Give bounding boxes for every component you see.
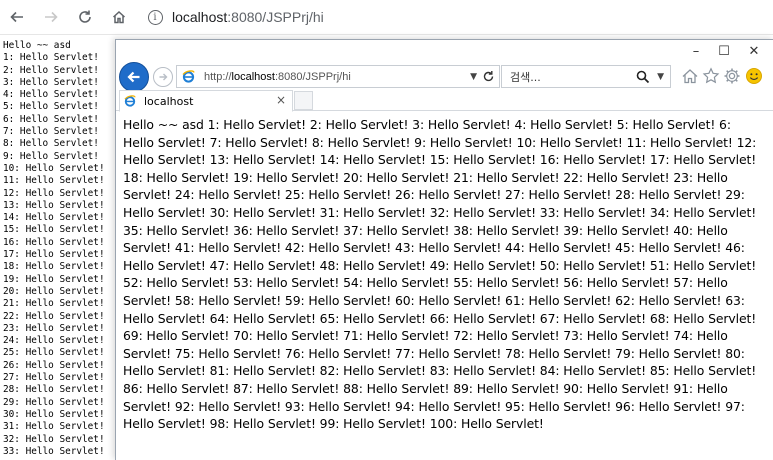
favorites-star-icon[interactable] [701,66,721,86]
ie-url-rest: :8080/JSPPrj/hi [274,70,351,83]
background-line: 3: Hello Servlet! [3,76,99,88]
background-line: Hello ~~ asd [3,40,71,51]
background-line: 18: Hello Servlet! [3,261,105,273]
background-line: 15: Hello Servlet! [3,224,105,236]
ie-logo-icon [124,95,136,107]
ie-titlebar: – ☐ ✕ [116,40,773,62]
minimize-button[interactable]: – [682,42,710,60]
background-line: 26: Hello Servlet! [3,359,105,371]
background-line: 32: Hello Servlet! [3,433,105,445]
ie-logo-icon [181,70,195,84]
background-line: 28: Hello Servlet! [3,384,105,396]
background-line: 16: Hello Servlet! [3,236,105,248]
chevron-down-icon[interactable]: ▼ [657,66,664,87]
ie-url-text: http://localhost:8080/JSPPrj/hi [204,71,351,83]
chrome-url-rest: :8080/JSPPrj/hi [227,9,324,25]
home-icon [112,10,126,24]
background-line: 23: Hello Servlet! [3,322,105,334]
background-line: 13: Hello Servlet! [3,199,105,211]
chrome-toolbar: i localhost:8080/JSPPrj/hi [0,0,773,35]
background-line: 11: Hello Servlet! [3,175,105,187]
background-line: 27: Hello Servlet! [3,372,105,384]
home-icon[interactable] [680,66,700,86]
background-page-content: Hello ~~ asd 1: Hello Servlet! 2: Hello Se… [3,40,115,459]
chrome-url-host: localhost [172,9,228,25]
background-line: 8: Hello Servlet! [3,138,99,150]
background-line: 10: Hello Servlet! [3,162,105,174]
chrome-back-button[interactable] [0,0,34,34]
chrome-reload-button[interactable] [68,0,102,34]
background-line: 17: Hello Servlet! [3,249,105,261]
background-line: 20: Hello Servlet! [3,285,105,297]
gear-icon[interactable] [722,66,742,86]
page-content: Hello ~~ asd 1: Hello Servlet! 2: Hello … [123,117,757,432]
ie-url-host: localhost [231,70,275,83]
ie-navbar: http://localhost:8080/JSPPrj/hi ▼ 검색... … [116,62,773,92]
background-line: 14: Hello Servlet! [3,212,105,224]
new-tab-button[interactable] [294,91,313,110]
background-line: 9: Hello Servlet! [3,150,99,162]
ie-address-bar[interactable]: http://localhost:8080/JSPPrj/hi ▼ [176,65,500,88]
site-info-icon[interactable]: i [146,8,164,26]
background-line: 4: Hello Servlet! [3,89,99,101]
chrome-forward-button[interactable] [34,0,68,34]
background-line: 5: Hello Servlet! [3,101,99,113]
reload-icon [79,10,91,23]
background-line: 1: Hello Servlet! [3,52,99,64]
ie-search-box[interactable]: 검색... ▼ [501,65,671,88]
arrow-right-icon [45,11,58,23]
background-line: 22: Hello Servlet! [3,310,105,322]
ie-window: – ☐ ✕ http://localhost:8080/JSPPrj/hi ▼ … [115,39,773,460]
ie-tab-strip: localhost × [116,90,773,112]
search-icon[interactable] [636,69,650,88]
background-line: 24: Hello Servlet! [3,335,105,347]
chrome-home-button[interactable] [102,0,136,34]
background-line: 29: Hello Servlet! [3,396,105,408]
maximize-button[interactable]: ☐ [710,42,738,60]
background-line: 19: Hello Servlet! [3,273,105,285]
ie-back-button[interactable] [119,62,149,92]
background-line: 33: Hello Servlet! [3,445,105,457]
ie-url-prefix: http:// [204,70,232,83]
background-line: 12: Hello Servlet! [3,187,105,199]
close-tab-icon[interactable]: × [276,93,286,107]
smiley-feedback-icon[interactable] [744,66,764,86]
arrow-left-icon [10,11,23,23]
background-line: 21: Hello Servlet! [3,298,105,310]
background-line: 6: Hello Servlet! [3,113,99,125]
chrome-address-bar[interactable]: localhost:8080/JSPPrj/hi [172,9,324,25]
arrow-right-icon [159,73,168,81]
search-placeholder: 검색... [510,70,541,84]
background-line: 7: Hello Servlet! [3,126,99,138]
arrow-left-icon [127,71,140,83]
refresh-icon[interactable] [482,66,495,87]
background-line: 2: Hello Servlet! [3,64,99,76]
close-window-button[interactable]: ✕ [740,42,768,60]
ie-forward-button[interactable] [153,67,173,87]
background-line: 31: Hello Servlet! [3,421,105,433]
background-line: 25: Hello Servlet! [3,347,105,359]
tab-label: localhost [144,94,194,108]
tab-localhost[interactable]: localhost × [119,90,293,112]
background-line: 30: Hello Servlet! [3,408,105,420]
chevron-down-icon[interactable]: ▼ [470,66,477,87]
